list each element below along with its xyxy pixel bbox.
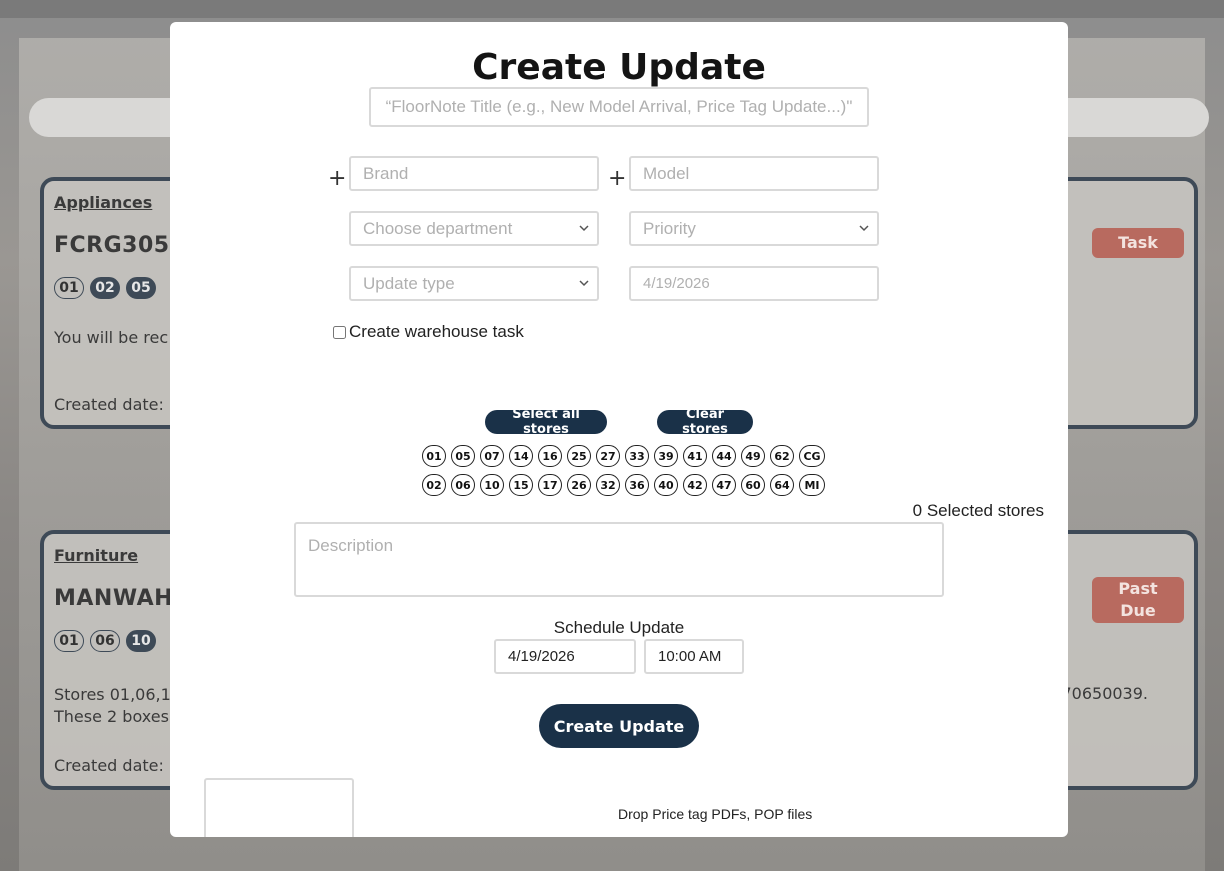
- store-chip[interactable]: 36: [625, 474, 649, 496]
- store-chip[interactable]: 07: [480, 445, 504, 467]
- file-drop-label: Drop Price tag PDFs, POP files: [618, 806, 813, 822]
- update-type-select-value: Update type: [363, 273, 455, 293]
- store-chip: 01: [54, 277, 84, 299]
- date-input[interactable]: [629, 266, 879, 301]
- store-chip[interactable]: MI: [799, 474, 825, 496]
- selected-stores-count: 0 Selected stores: [912, 501, 1044, 520]
- store-chip[interactable]: CG: [799, 445, 825, 467]
- select-all-stores-button[interactable]: Select all stores: [485, 407, 607, 437]
- store-chip[interactable]: 47: [712, 474, 736, 496]
- warehouse-task-checkbox[interactable]: [333, 325, 346, 339]
- schedule-time-input[interactable]: [644, 639, 744, 674]
- store-chip[interactable]: 33: [625, 445, 649, 467]
- add-brand-icon[interactable]: +: [328, 168, 346, 190]
- department-select[interactable]: Choose department: [349, 211, 599, 246]
- card-store-chips: 01 02 05: [54, 277, 156, 299]
- badge-line: Due: [1120, 601, 1156, 620]
- store-chip: 01: [54, 630, 84, 652]
- update-type-select[interactable]: Update type: [349, 266, 599, 301]
- schedule-label: Schedule Update: [553, 618, 685, 637]
- store-chip[interactable]: 10: [480, 474, 504, 496]
- store-chip[interactable]: 64: [770, 474, 794, 496]
- department-select-value: Choose department: [363, 218, 513, 238]
- store-chip[interactable]: 02: [422, 474, 446, 496]
- store-chip[interactable]: 60: [741, 474, 765, 496]
- brand-input[interactable]: [349, 156, 599, 191]
- store-chip[interactable]: 16: [538, 445, 562, 467]
- store-chip[interactable]: 25: [567, 445, 591, 467]
- create-update-modal: Create Update + + Choose department Prio…: [170, 22, 1068, 837]
- description-input[interactable]: [294, 522, 944, 597]
- store-chip[interactable]: 05: [451, 445, 475, 467]
- warehouse-task-row[interactable]: Create warehouse task: [333, 322, 524, 342]
- store-chip[interactable]: 01: [422, 445, 446, 467]
- badge-line: Past: [1118, 579, 1158, 598]
- file-drop-zone[interactable]: [204, 778, 354, 837]
- store-chip: 05: [126, 277, 156, 299]
- schedule-date-input[interactable]: [494, 639, 636, 674]
- store-chip: 02: [90, 277, 120, 299]
- card-store-chips: 01 06 10: [54, 630, 156, 652]
- card-body: You will be rec: [54, 328, 169, 347]
- store-row-2: 02 06 10 15 17 26 32 36 40 42 47 60 64 M…: [422, 474, 825, 496]
- store-chip[interactable]: 62: [770, 445, 794, 467]
- chevron-down-icon: [579, 225, 589, 232]
- create-update-button[interactable]: Create Update: [539, 704, 699, 748]
- card-model: MANWAH: [54, 586, 174, 611]
- store-chip: 06: [90, 630, 120, 652]
- store-chip[interactable]: 17: [538, 474, 562, 496]
- store-chip[interactable]: 32: [596, 474, 620, 496]
- card-created-date: Created date:: [54, 756, 164, 775]
- chevron-down-icon: [579, 280, 589, 287]
- modal-title: Create Update: [472, 47, 766, 88]
- store-chip[interactable]: 40: [654, 474, 678, 496]
- card-department: Appliances: [54, 193, 153, 212]
- store-chip[interactable]: 44: [712, 445, 736, 467]
- status-badge: Task: [1092, 228, 1184, 258]
- store-chip[interactable]: 39: [654, 445, 678, 467]
- top-bar: [0, 0, 1224, 18]
- store-chip[interactable]: 15: [509, 474, 533, 496]
- card-created-date: Created date:: [54, 395, 164, 414]
- store-chip[interactable]: 06: [451, 474, 475, 496]
- warehouse-task-label: Create warehouse task: [349, 322, 524, 341]
- add-model-icon[interactable]: +: [608, 168, 626, 190]
- store-chip[interactable]: 41: [683, 445, 707, 467]
- clear-stores-button[interactable]: Clear stores: [657, 407, 753, 437]
- card-department: Furniture: [54, 546, 139, 565]
- priority-select-value: Priority: [643, 218, 696, 238]
- priority-select[interactable]: Priority: [629, 211, 879, 246]
- chevron-down-icon: [859, 225, 869, 232]
- store-chip[interactable]: 49: [741, 445, 765, 467]
- card-body-line-1: Stores 01,06,10,: [54, 685, 187, 704]
- status-badge: Past Due: [1092, 577, 1184, 623]
- store-chip[interactable]: 14: [509, 445, 533, 467]
- store-chip: 10: [126, 630, 156, 652]
- store-row-1: 01 05 07 14 16 25 27 33 39 41 44 49 62 C…: [422, 445, 825, 467]
- card-body-line-2: These 2 boxes: [54, 707, 169, 726]
- model-input[interactable]: [629, 156, 879, 191]
- store-chip[interactable]: 26: [567, 474, 591, 496]
- store-chip[interactable]: 27: [596, 445, 620, 467]
- card-model: FCRG3052: [54, 233, 186, 258]
- store-chip[interactable]: 42: [683, 474, 707, 496]
- card-body-right: 70650039.: [1061, 684, 1148, 703]
- title-input[interactable]: [369, 87, 869, 127]
